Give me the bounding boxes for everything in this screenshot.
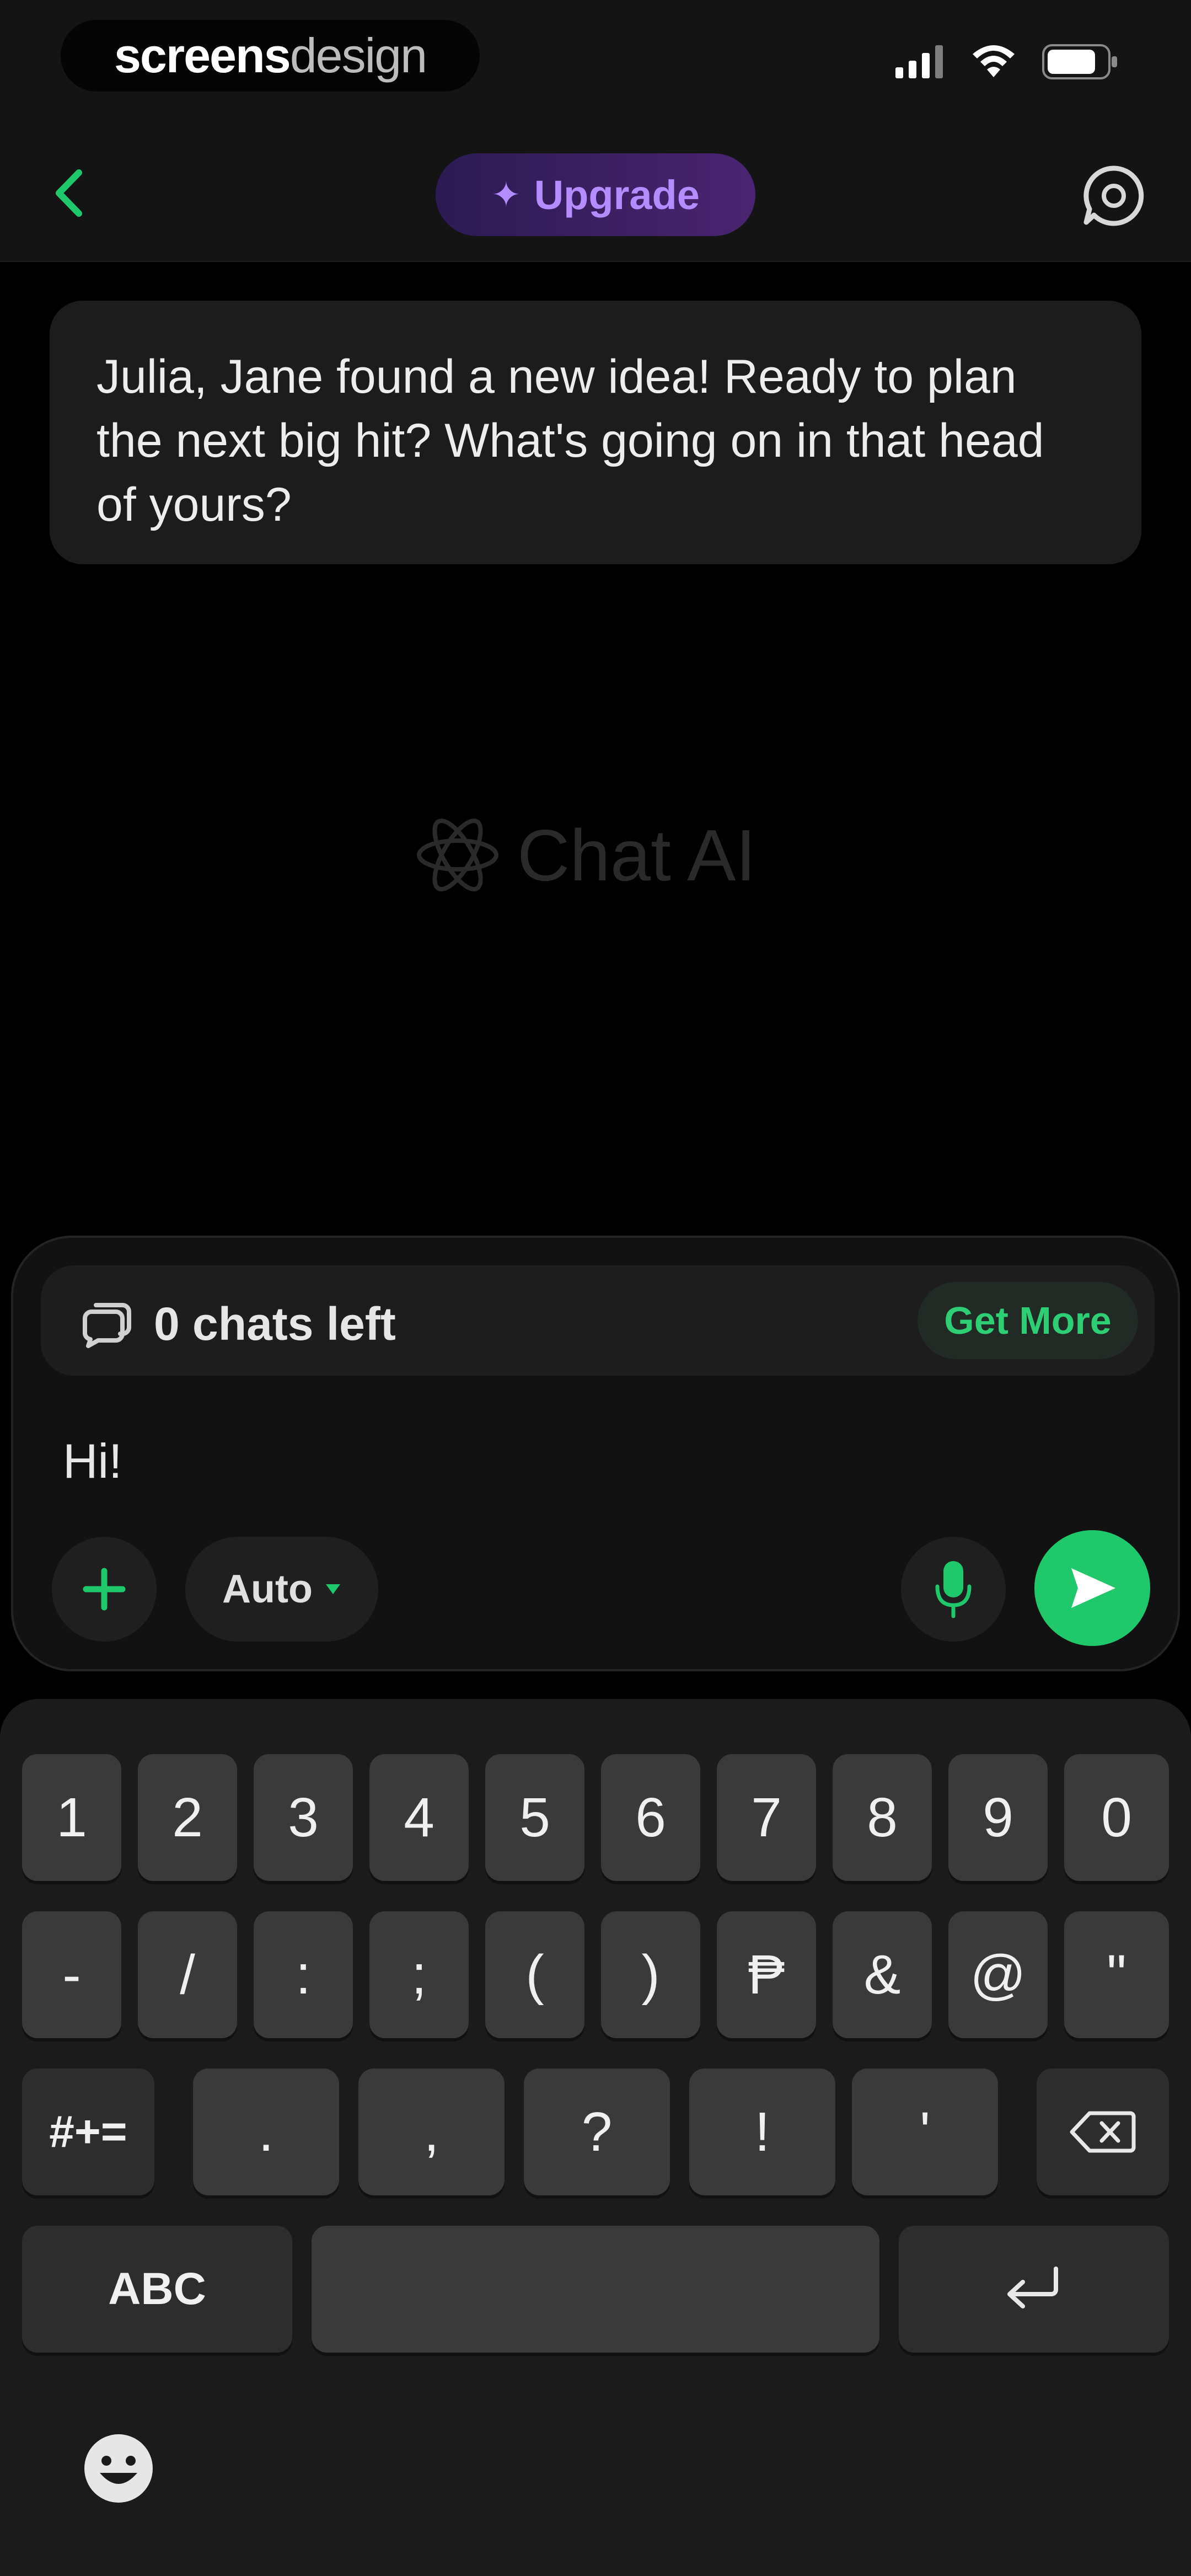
key-quote[interactable]: " (1064, 1911, 1169, 2038)
key-0[interactable]: 0 (1064, 1754, 1169, 1881)
plus-icon (83, 1568, 126, 1611)
chevron-left-icon (56, 169, 82, 217)
key-4[interactable]: 4 (369, 1754, 469, 1881)
key-open-paren[interactable]: ( (485, 1911, 584, 2038)
message-input[interactable] (63, 1425, 1055, 1497)
key-at[interactable]: @ (948, 1911, 1048, 2038)
ai-message-text: Julia, Jane found a new idea! Ready to p… (96, 350, 1044, 531)
atom-icon (417, 819, 498, 891)
key-7[interactable]: 7 (717, 1754, 816, 1881)
chat-count-icon (83, 1303, 131, 1348)
key-1[interactable]: 1 (22, 1754, 121, 1881)
key-2[interactable]: 2 (138, 1754, 237, 1881)
brand-logo: screensdesign (114, 28, 427, 84)
upgrade-label: Upgrade (534, 172, 700, 218)
watermark-label: Chat AI (517, 814, 756, 896)
chat-header: ✦ Upgrade (0, 121, 1191, 262)
key-apostrophe[interactable]: ' (852, 2069, 998, 2195)
key-slash[interactable]: / (138, 1911, 237, 2038)
upgrade-button[interactable]: ✦ Upgrade (436, 153, 755, 236)
key-ampersand[interactable]: & (833, 1911, 932, 2038)
key-close-paren[interactable]: ) (601, 1911, 700, 2038)
key-return[interactable] (899, 2226, 1169, 2353)
chat-history-button[interactable] (1081, 163, 1147, 229)
key-3[interactable]: 3 (254, 1754, 353, 1881)
key-period[interactable]: . (193, 2069, 339, 2195)
brand-pill: screensdesign (61, 20, 480, 92)
caret-down-icon (325, 1584, 340, 1594)
key-symbols[interactable]: #+= (22, 2069, 154, 2195)
key-delete[interactable] (1037, 2069, 1169, 2195)
ai-message-bubble: Julia, Jane found a new idea! Ready to p… (50, 301, 1141, 564)
model-label: Auto (222, 1567, 313, 1611)
microphone-icon (935, 1561, 972, 1618)
key-5[interactable]: 5 (485, 1754, 584, 1881)
key-semicolon[interactable]: ; (369, 1911, 469, 2038)
key-9[interactable]: 9 (948, 1754, 1048, 1881)
key-hyphen[interactable]: - (22, 1911, 121, 2038)
message-composer: 0 chats left Get More Auto (11, 1236, 1180, 1671)
return-icon (1007, 2267, 1058, 2308)
backspace-icon (1070, 2111, 1136, 2153)
status-icons (895, 44, 1119, 79)
brand-name-bold: screens (114, 28, 291, 83)
key-8[interactable]: 8 (833, 1754, 932, 1881)
status-bar: screensdesign (0, 0, 1191, 121)
get-more-label: Get More (944, 1299, 1112, 1342)
key-question[interactable]: ? (524, 2069, 670, 2195)
microphone-button[interactable] (901, 1537, 1006, 1642)
key-colon[interactable]: : (254, 1911, 353, 2038)
key-exclamation[interactable]: ! (689, 2069, 835, 2195)
chat-bubble-icon (1083, 165, 1144, 226)
chats-left-label: 0 chats left (154, 1298, 396, 1350)
emoji-icon (84, 2434, 153, 2503)
keyboard: 1 2 3 4 5 6 7 8 9 0 - / : ; ( ) ₱ & @ " … (0, 1699, 1191, 2576)
send-icon (1071, 1568, 1115, 1608)
key-space[interactable] (312, 2226, 879, 2353)
battery-icon (1042, 44, 1117, 79)
key-6[interactable]: 6 (601, 1754, 700, 1881)
wifi-icon (973, 45, 1015, 77)
key-abc[interactable]: ABC (22, 2226, 292, 2353)
key-peso[interactable]: ₱ (717, 1911, 816, 2038)
back-button[interactable] (44, 168, 94, 218)
chats-left-bar: 0 chats left Get More (41, 1265, 1155, 1376)
chat-ai-watermark: Chat AI (414, 811, 756, 899)
send-button[interactable] (1034, 1530, 1150, 1646)
signal-icon (895, 45, 943, 78)
get-more-button[interactable]: Get More (918, 1282, 1138, 1359)
attach-button[interactable] (52, 1537, 157, 1642)
sparkle-icon: ✦ (491, 174, 521, 215)
brand-name-light: design (289, 28, 427, 83)
model-selector[interactable]: Auto (185, 1537, 378, 1642)
key-comma[interactable]: , (358, 2069, 505, 2195)
emoji-button[interactable] (77, 2427, 160, 2510)
